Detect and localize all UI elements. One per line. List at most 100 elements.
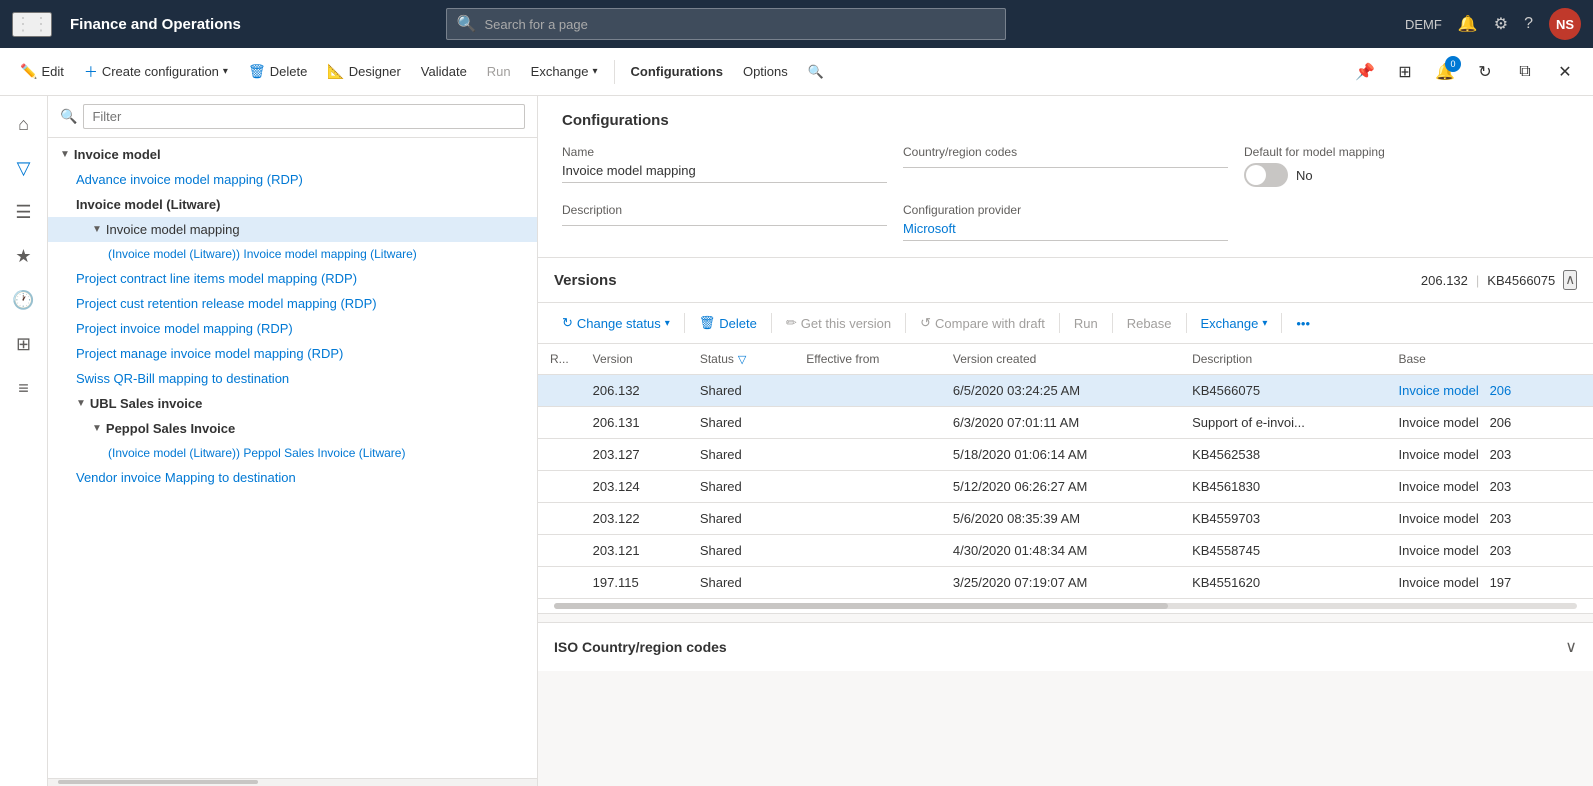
- tree-item-invoice-model-mapping-litware[interactable]: (Invoice model (Litware)) Invoice model …: [48, 242, 537, 266]
- edit-button[interactable]: ✏️ Edit: [12, 59, 72, 84]
- tree-item-project-manage[interactable]: Project manage invoice model mapping (RD…: [48, 341, 537, 366]
- description-cell: KB4558745: [1180, 535, 1386, 567]
- validate-button[interactable]: Validate: [413, 60, 475, 83]
- tree-item-project-invoice[interactable]: Project invoice model mapping (RDP): [48, 316, 537, 341]
- effective-from-cell: [794, 471, 941, 503]
- home-icon[interactable]: ⌂: [4, 104, 44, 144]
- default-mapping-label: Default for model mapping: [1244, 145, 1569, 159]
- search-input[interactable]: [485, 17, 995, 32]
- description-cell: KB4561830: [1180, 471, 1386, 503]
- expand-panel-icon[interactable]: ⊞: [1389, 56, 1421, 88]
- tree-scrollbar[interactable]: [48, 778, 537, 786]
- search-bar[interactable]: 🔍: [446, 8, 1006, 40]
- config-section-title: Configurations: [562, 112, 1569, 129]
- versions-exchange-button[interactable]: Exchange ▾: [1193, 312, 1276, 335]
- tree-item-invoice-model-mapping[interactable]: ▼ Invoice model mapping: [48, 217, 537, 242]
- config-fields: Name Invoice model mapping Country/regio…: [562, 145, 1569, 241]
- help-icon[interactable]: ?: [1524, 15, 1533, 33]
- description-cell: KB4562538: [1180, 439, 1386, 471]
- create-configuration-button[interactable]: ＋ Create configuration ▾: [76, 58, 236, 86]
- tree-item-invoice-model[interactable]: ▼ Invoice model: [48, 142, 537, 167]
- table-row[interactable]: 203.121 Shared 4/30/2020 01:48:34 AM KB4…: [538, 535, 1593, 567]
- version-created-cell: 5/6/2020 08:35:39 AM: [941, 503, 1180, 535]
- tree-item-peppol-sales[interactable]: ▼ Peppol Sales Invoice: [48, 416, 537, 441]
- toolbar: ✏️ Edit ＋ Create configuration ▾ 🗑 Delet…: [0, 48, 1593, 96]
- grid-icon[interactable]: ⊞: [4, 324, 44, 364]
- h-scrollbar[interactable]: [554, 603, 1577, 609]
- table-row[interactable]: 206.132 Shared 6/5/2020 03:24:25 AM KB45…: [538, 375, 1593, 407]
- get-version-button[interactable]: ✏ Get this version: [778, 311, 899, 335]
- col-status[interactable]: Status ▽: [688, 344, 794, 375]
- col-base[interactable]: Base: [1387, 344, 1593, 375]
- run-button[interactable]: Run: [479, 60, 519, 83]
- tree-item-ubl-sales[interactable]: ▼ UBL Sales invoice: [48, 391, 537, 416]
- version-created-cell: 5/18/2020 01:06:14 AM: [941, 439, 1180, 471]
- versions-run-button[interactable]: Run: [1066, 312, 1106, 335]
- table-row[interactable]: 197.115 Shared 3/25/2020 07:19:07 AM KB4…: [538, 567, 1593, 599]
- table-row[interactable]: 203.122 Shared 5/6/2020 08:35:39 AM KB45…: [538, 503, 1593, 535]
- effective-from-cell: [794, 375, 941, 407]
- col-version-created[interactable]: Version created: [941, 344, 1180, 375]
- toggle-knob: [1246, 165, 1266, 185]
- avatar[interactable]: NS: [1549, 8, 1581, 40]
- rebase-button[interactable]: Rebase: [1119, 312, 1180, 335]
- user-label: DEMF: [1405, 17, 1442, 32]
- versions-delete-button[interactable]: 🗑 Delete: [691, 311, 765, 335]
- menu-icon[interactable]: ≡: [4, 368, 44, 408]
- notification-icon[interactable]: 🔔: [1458, 14, 1478, 34]
- list-icon[interactable]: ☰: [4, 192, 44, 232]
- iso-header[interactable]: ISO Country/region codes ∨: [538, 623, 1593, 671]
- col-effective-from[interactable]: Effective from: [794, 344, 941, 375]
- favorites-icon[interactable]: ★: [4, 236, 44, 276]
- tree-item-invoice-model-litware[interactable]: Invoice model (Litware): [48, 192, 537, 217]
- toolbar-divider: [614, 60, 615, 84]
- tree-filter: 🔍: [48, 96, 537, 138]
- designer-button[interactable]: 📐 Designer: [319, 59, 408, 84]
- tree-item-project-contract[interactable]: Project contract line items model mappin…: [48, 266, 537, 291]
- close-icon[interactable]: ✕: [1549, 56, 1581, 88]
- table-row[interactable]: 206.131 Shared 6/3/2020 07:01:11 AM Supp…: [538, 407, 1593, 439]
- col-version[interactable]: Version: [581, 344, 688, 375]
- change-status-button[interactable]: ↻ Change status ▾: [554, 311, 678, 335]
- clock-icon[interactable]: 🕐: [4, 280, 44, 320]
- toggle-switch[interactable]: [1244, 163, 1288, 187]
- configurations-button[interactable]: Configurations: [623, 60, 731, 83]
- toggle-container: No: [1244, 163, 1569, 187]
- settings-icon[interactable]: ⚙: [1494, 14, 1508, 34]
- effective-from-cell: [794, 439, 941, 471]
- v-sep-3: [905, 313, 906, 333]
- more-button[interactable]: •••: [1288, 312, 1318, 335]
- exchange-button[interactable]: Exchange ▾: [523, 60, 606, 83]
- search-toolbar-button[interactable]: 🔍: [800, 60, 832, 84]
- status-filter-icon[interactable]: ▽: [738, 353, 746, 366]
- compare-draft-button[interactable]: ↺ Compare with draft: [912, 311, 1053, 335]
- tree-filter-input[interactable]: [83, 104, 525, 129]
- table-row[interactable]: 203.124 Shared 5/12/2020 06:26:27 AM KB4…: [538, 471, 1593, 503]
- col-description[interactable]: Description: [1180, 344, 1386, 375]
- tree-item-advance-invoice[interactable]: Advance invoice model mapping (RDP): [48, 167, 537, 192]
- country-value: [903, 163, 1228, 168]
- grid-menu-icon[interactable]: ⋮⋮: [12, 12, 52, 37]
- version-cell: 206.131: [581, 407, 688, 439]
- table-row[interactable]: 203.127 Shared 5/18/2020 01:06:14 AM KB4…: [538, 439, 1593, 471]
- filter-icon[interactable]: ▽: [4, 148, 44, 188]
- expand-icon-2: ▼: [92, 224, 102, 235]
- tree-item-peppol-sales-litware[interactable]: (Invoice model (Litware)) Peppol Sales I…: [48, 441, 537, 465]
- main-content: ⌂ ▽ ☰ ★ 🕐 ⊞ ≡ 🔍 ▼ Invoice model Advance …: [0, 96, 1593, 786]
- versions-collapse-icon[interactable]: ∧: [1563, 270, 1577, 290]
- restore-icon[interactable]: ⧉: [1509, 56, 1541, 88]
- iso-title: ISO Country/region codes: [554, 639, 727, 655]
- pin-icon[interactable]: 📌: [1349, 56, 1381, 88]
- effective-from-cell: [794, 535, 941, 567]
- config-provider-value[interactable]: Microsoft: [903, 221, 1228, 241]
- tree-item-vendor-invoice[interactable]: Vendor invoice Mapping to destination: [48, 465, 537, 490]
- v-sep-7: [1281, 313, 1282, 333]
- refresh-icon[interactable]: ↻: [1469, 56, 1501, 88]
- options-button[interactable]: Options: [735, 60, 796, 83]
- version-cell: 197.115: [581, 567, 688, 599]
- h-scrollbar-container: [538, 599, 1593, 613]
- tree-item-swiss-qr[interactable]: Swiss QR-Bill mapping to destination: [48, 366, 537, 391]
- delete-button[interactable]: 🗑 Delete: [240, 59, 315, 84]
- tree-item-project-cust[interactable]: Project cust retention release model map…: [48, 291, 537, 316]
- version-cell: 203.124: [581, 471, 688, 503]
